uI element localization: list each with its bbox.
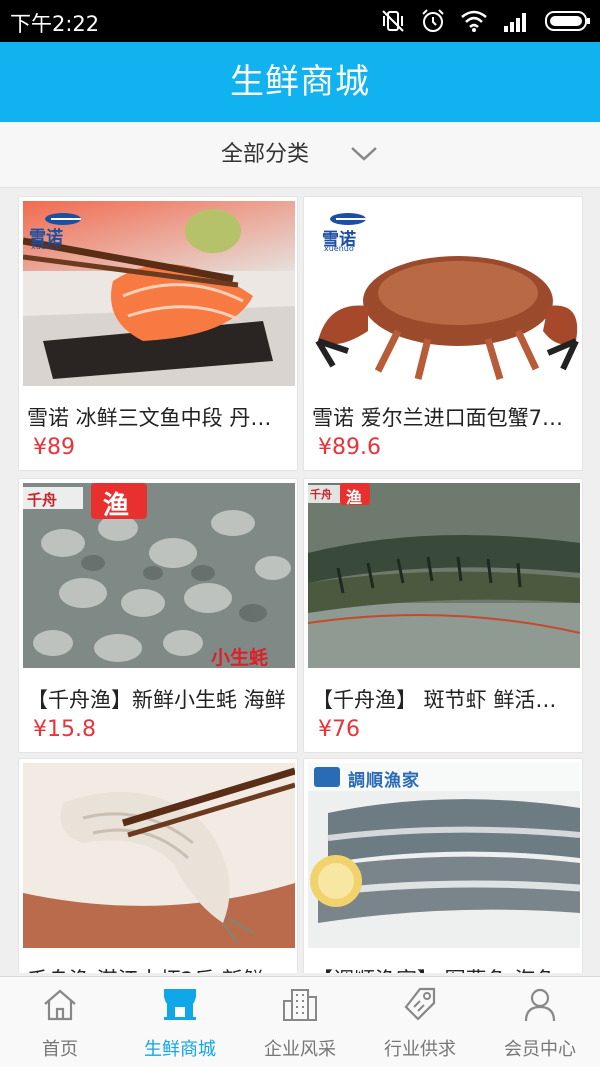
product-image: 千舟 渔 小生蚝: [23, 483, 295, 668]
vibrate-mute-icon: [382, 10, 404, 32]
home-icon: [44, 989, 76, 1021]
product-price: ¥15.8: [33, 717, 96, 742]
brand-logo: 千舟: [310, 488, 332, 501]
brand-logo-mark: 渔: [346, 488, 363, 507]
signal-icon: [504, 13, 526, 32]
brand-logo: 千舟: [27, 491, 58, 509]
wifi-icon: [461, 10, 487, 32]
tab-home[interactable]: 首页: [0, 977, 120, 1067]
tab-supply-demand[interactable]: 行业供求: [360, 977, 480, 1067]
tab-company[interactable]: 企业风采: [240, 977, 360, 1067]
product-price: ¥89.6: [318, 435, 381, 460]
brand-logo-sub: xuenuo: [31, 242, 61, 251]
product-price: ¥76: [318, 717, 360, 742]
status-bar: 下午2:22: [0, 0, 600, 42]
alarm-icon: [422, 9, 444, 32]
brand-logo: 調順漁家: [348, 771, 420, 791]
category-filter-label: 全部分类: [220, 142, 309, 167]
battery-icon: [545, 11, 590, 31]
product-name[interactable]: 【千舟渔】 斑节虾 鲜活冷冻: [312, 684, 576, 714]
product-grid: 雪诺 xuenuo 雪诺 冰鲜三文鱼中段 丹麦进口 ¥89 雪诺 xuenuo …: [0, 188, 600, 973]
product-card[interactable]: 千舟 渔 【千舟渔】 斑节虾 鲜活冷冻 ¥76: [303, 478, 583, 753]
app-header: 生鲜商城: [0, 42, 600, 122]
product-name[interactable]: 雪诺 冰鲜三文鱼中段 丹麦进口: [27, 402, 291, 432]
product-image: 調順漁家: [308, 763, 580, 948]
status-time: 下午2:22: [10, 12, 100, 36]
product-image: [23, 763, 295, 948]
product-name[interactable]: 【千舟渔】新鲜小生蚝 海鲜: [27, 684, 291, 714]
building-icon: [283, 989, 317, 1021]
user-icon: [524, 988, 556, 1022]
tab-label: 首页: [42, 1039, 78, 1060]
product-card[interactable]: 千舟 渔 小生蚝 【千舟渔】新鲜小生蚝 海鲜 ¥15.8: [18, 478, 298, 753]
store-icon: [164, 989, 196, 1020]
product-tag: 小生蚝: [211, 647, 269, 668]
product-image: 雪诺 xuenuo: [23, 201, 295, 386]
product-price: ¥89: [33, 435, 75, 460]
tab-member[interactable]: 会员中心: [480, 977, 600, 1067]
product-name[interactable]: 【调顺渔家】 军曹鱼 海鱼: [312, 964, 576, 973]
product-card[interactable]: 雪诺 xuenuo 雪诺 爱尔兰进口面包蟹700-900g ¥89.6: [303, 196, 583, 471]
tab-store[interactable]: 生鲜商城: [120, 977, 240, 1067]
bottom-tab-bar: 首页 生鲜商城 企业风采 行业供求 会员中心: [0, 976, 600, 1067]
page-title: 生鲜商城: [230, 62, 370, 102]
product-image: 千舟 渔: [308, 483, 580, 668]
category-filter[interactable]: 全部分类: [0, 122, 600, 188]
product-image: 雪诺 xuenuo: [308, 201, 580, 386]
brand-logo-mark: 渔: [103, 491, 130, 521]
tab-label: 会员中心: [504, 1039, 576, 1060]
product-name[interactable]: 千舟渔 湛江大虾2斤 新鲜: [27, 964, 291, 973]
tab-label: 行业供求: [384, 1039, 456, 1060]
product-name[interactable]: 雪诺 爱尔兰进口面包蟹700-900g: [312, 402, 576, 432]
product-card[interactable]: 雪诺 xuenuo 雪诺 冰鲜三文鱼中段 丹麦进口 ¥89: [18, 196, 298, 471]
chevron-down-icon[interactable]: [350, 142, 378, 166]
tab-label: 生鲜商城: [144, 1039, 216, 1060]
product-card[interactable]: 千舟渔 湛江大虾2斤 新鲜: [18, 758, 298, 973]
tab-label: 企业风采: [264, 1039, 336, 1060]
brand-logo-sub: xuenuo: [324, 244, 354, 253]
product-card[interactable]: 調順漁家 【调顺渔家】 军曹鱼 海鱼: [303, 758, 583, 973]
tag-icon: [404, 987, 436, 1021]
